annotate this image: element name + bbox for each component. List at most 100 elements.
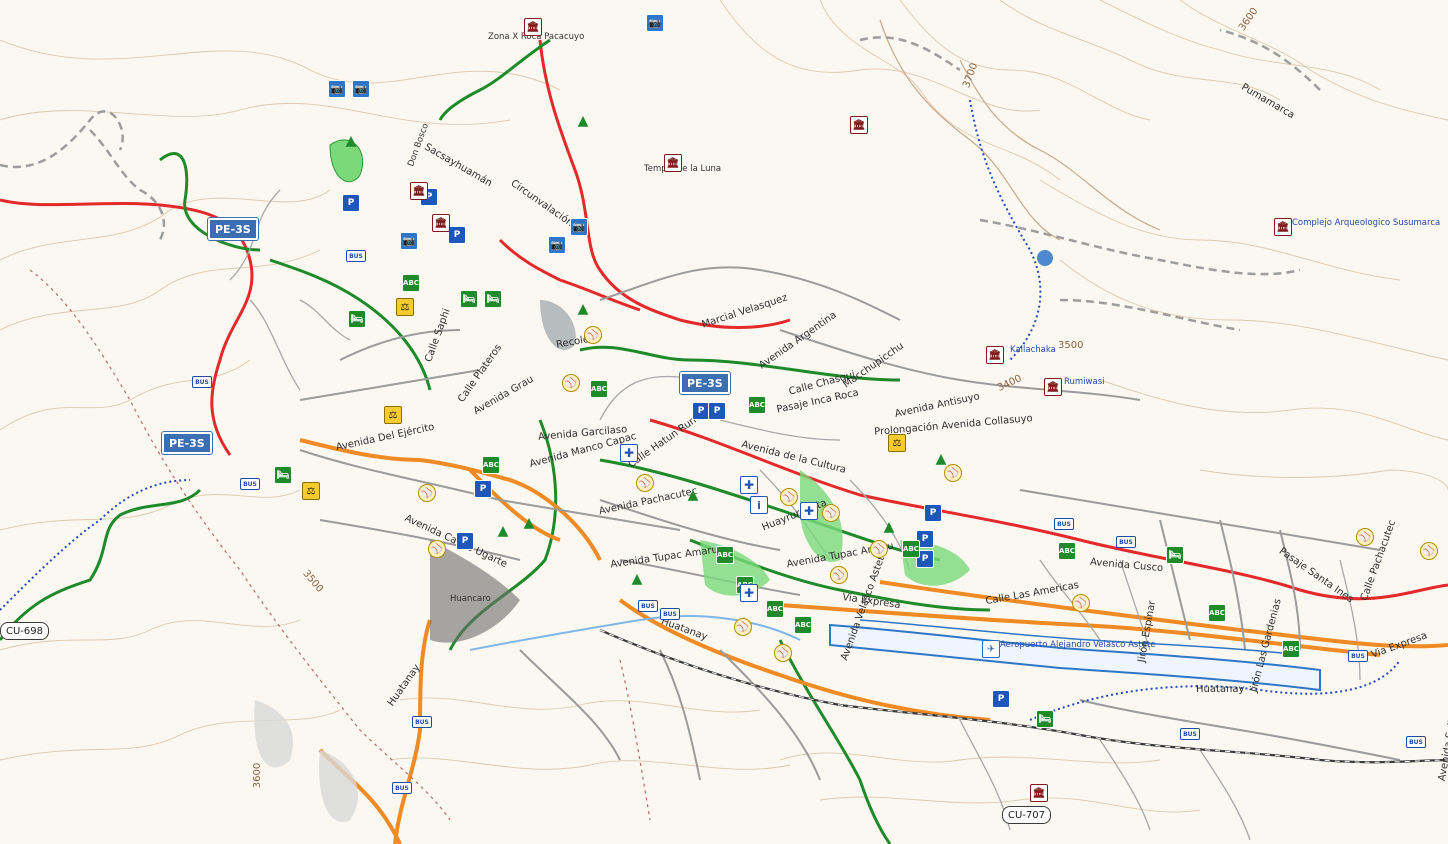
bus-stop-icon[interactable]: BUS (346, 250, 366, 262)
shield-pe-3s-center[interactable]: PE-3S (680, 372, 730, 394)
shield-pe-3s-upper-left[interactable]: PE-3S (208, 218, 258, 240)
camera-icon[interactable]: 📷 (352, 80, 370, 98)
sports-field-icon[interactable]: ⚾ (418, 484, 436, 502)
school-icon[interactable]: ABC (402, 274, 420, 292)
river-and-boundaries (0, 99, 1401, 821)
bus-stop-icon[interactable]: BUS (638, 600, 658, 612)
hotel-icon[interactable]: 🛏 (274, 466, 292, 484)
museum-icon[interactable]: 🏛 (986, 346, 1004, 364)
parking-icon[interactable]: P (342, 194, 360, 212)
school-icon[interactable]: ABC (590, 380, 608, 398)
school-icon[interactable]: ABC (902, 540, 920, 558)
hospital-icon[interactable]: ✚ (740, 476, 758, 494)
hotel-icon[interactable]: 🛏 (348, 310, 366, 328)
camera-icon[interactable]: 📷 (646, 14, 664, 32)
museum-icon[interactable]: 🏛 (850, 116, 868, 134)
bus-stop-icon[interactable]: BUS (1406, 736, 1426, 748)
sports-field-icon[interactable]: ⚾ (584, 326, 602, 344)
sports-field-icon[interactable]: ⚾ (822, 504, 840, 522)
school-icon[interactable]: ABC (1208, 604, 1226, 622)
sports-field-icon[interactable]: ⚾ (870, 540, 888, 558)
bus-stop-icon[interactable]: BUS (392, 782, 412, 794)
rumiwasi-label: Rumiwasi (1064, 377, 1105, 387)
government-icon[interactable]: ⚖ (384, 406, 402, 424)
camera-icon[interactable]: 📷 (328, 80, 346, 98)
lake-marker (1037, 250, 1053, 266)
bus-stop-icon[interactable]: BUS (412, 716, 432, 728)
tree-icon: ▲ (577, 301, 589, 317)
government-icon[interactable]: ⚖ (888, 434, 906, 452)
parking-icon[interactable]: P (924, 504, 942, 522)
hotel-icon[interactable]: 🛏 (1036, 710, 1054, 728)
green-areas (254, 139, 970, 822)
shield-cu-698[interactable]: CU-698 (0, 622, 49, 640)
hotel-icon[interactable]: 🛏 (460, 290, 478, 308)
museum-icon[interactable]: 🏛 (664, 154, 682, 172)
templo-luna-label: Templo de la Luna (644, 164, 722, 174)
museum-icon[interactable]: 🏛 (1274, 218, 1292, 236)
hospital-icon[interactable]: ✚ (620, 444, 638, 462)
bus-stop-icon[interactable]: BUS (192, 376, 212, 388)
school-icon[interactable]: ABC (748, 396, 766, 414)
hospital-icon[interactable]: ✚ (740, 584, 758, 602)
aeropuerto-label: Aeropuerto Alejandro Velasco Astete (1000, 640, 1156, 650)
hotel-icon[interactable]: 🛏 (484, 290, 502, 308)
tree-icon: ▲ (523, 515, 535, 531)
tree-icon: ▲ (497, 523, 509, 539)
sports-field-icon[interactable]: ⚾ (780, 488, 798, 506)
tree-icon: ▲ (345, 133, 357, 149)
bus-stop-icon[interactable]: BUS (1116, 536, 1136, 548)
huancaro-label: Huancaro (450, 594, 491, 604)
camera-icon[interactable]: 📷 (570, 218, 588, 236)
tree-icon: ▲ (577, 113, 589, 129)
airport-icon[interactable]: ✈ (982, 640, 1000, 658)
school-icon[interactable]: ABC (482, 456, 500, 474)
contour-label-3600-bottom: 3600 (252, 762, 264, 789)
tree-icon: ▲ (883, 519, 895, 535)
bus-stop-icon[interactable]: BUS (1180, 728, 1200, 740)
bus-stop-icon[interactable]: BUS (240, 478, 260, 490)
museum-icon[interactable]: 🏛 (410, 182, 428, 200)
museum-icon[interactable]: 🏛 (524, 18, 542, 36)
sports-field-icon[interactable]: ⚾ (1356, 528, 1374, 546)
museum-icon[interactable]: 🏛 (1030, 784, 1048, 802)
info-icon[interactable]: i (750, 496, 768, 514)
contour-label-3500: 3500 (1058, 340, 1084, 351)
museum-icon[interactable]: 🏛 (432, 214, 450, 232)
parking-icon[interactable]: P (448, 226, 466, 244)
sports-field-icon[interactable]: ⚾ (428, 540, 446, 558)
camera-icon[interactable]: 📷 (400, 232, 418, 250)
bus-stop-icon[interactable]: BUS (1348, 650, 1368, 662)
parking-icon[interactable]: P (456, 532, 474, 550)
school-icon[interactable]: ABC (794, 616, 812, 634)
tree-icon: ▲ (687, 487, 699, 503)
bus-stop-icon[interactable]: BUS (660, 608, 680, 620)
school-icon[interactable]: ABC (1058, 542, 1076, 560)
sports-field-icon[interactable]: ⚾ (1072, 594, 1090, 612)
map-view[interactable]: 3600 3700 3500 3400 3600 3500 Zona X Roc… (0, 0, 1448, 844)
school-icon[interactable]: ABC (1282, 640, 1300, 658)
parking-icon[interactable]: P (708, 402, 726, 420)
sports-field-icon[interactable]: ⚾ (562, 374, 580, 392)
map-base-layer (0, 0, 1448, 844)
hotel-icon[interactable]: 🛏 (1166, 546, 1184, 564)
huatanay-label-right: Huatanay (1196, 684, 1245, 695)
trail-network (0, 28, 1321, 332)
bus-stop-icon[interactable]: BUS (1054, 518, 1074, 530)
school-icon[interactable]: ABC (766, 600, 784, 618)
parking-icon[interactable]: P (474, 480, 492, 498)
sports-field-icon[interactable]: ⚾ (1420, 542, 1438, 560)
hospital-icon[interactable]: ✚ (800, 502, 818, 520)
parking-icon[interactable]: P (992, 690, 1010, 708)
sports-field-icon[interactable]: ⚾ (774, 644, 792, 662)
museum-icon[interactable]: 🏛 (1044, 378, 1062, 396)
sports-field-icon[interactable]: ⚾ (636, 474, 654, 492)
shield-cu-707[interactable]: CU-707 (1002, 806, 1051, 824)
shield-pe-3s-left[interactable]: PE-3S (162, 432, 212, 454)
government-icon[interactable]: ⚖ (302, 482, 320, 500)
camera-icon[interactable]: 📷 (548, 236, 566, 254)
sports-field-icon[interactable]: ⚾ (830, 566, 848, 584)
school-icon[interactable]: ABC (716, 546, 734, 564)
sports-field-icon[interactable]: ⚾ (734, 618, 752, 636)
government-icon[interactable]: ⚖ (396, 298, 414, 316)
